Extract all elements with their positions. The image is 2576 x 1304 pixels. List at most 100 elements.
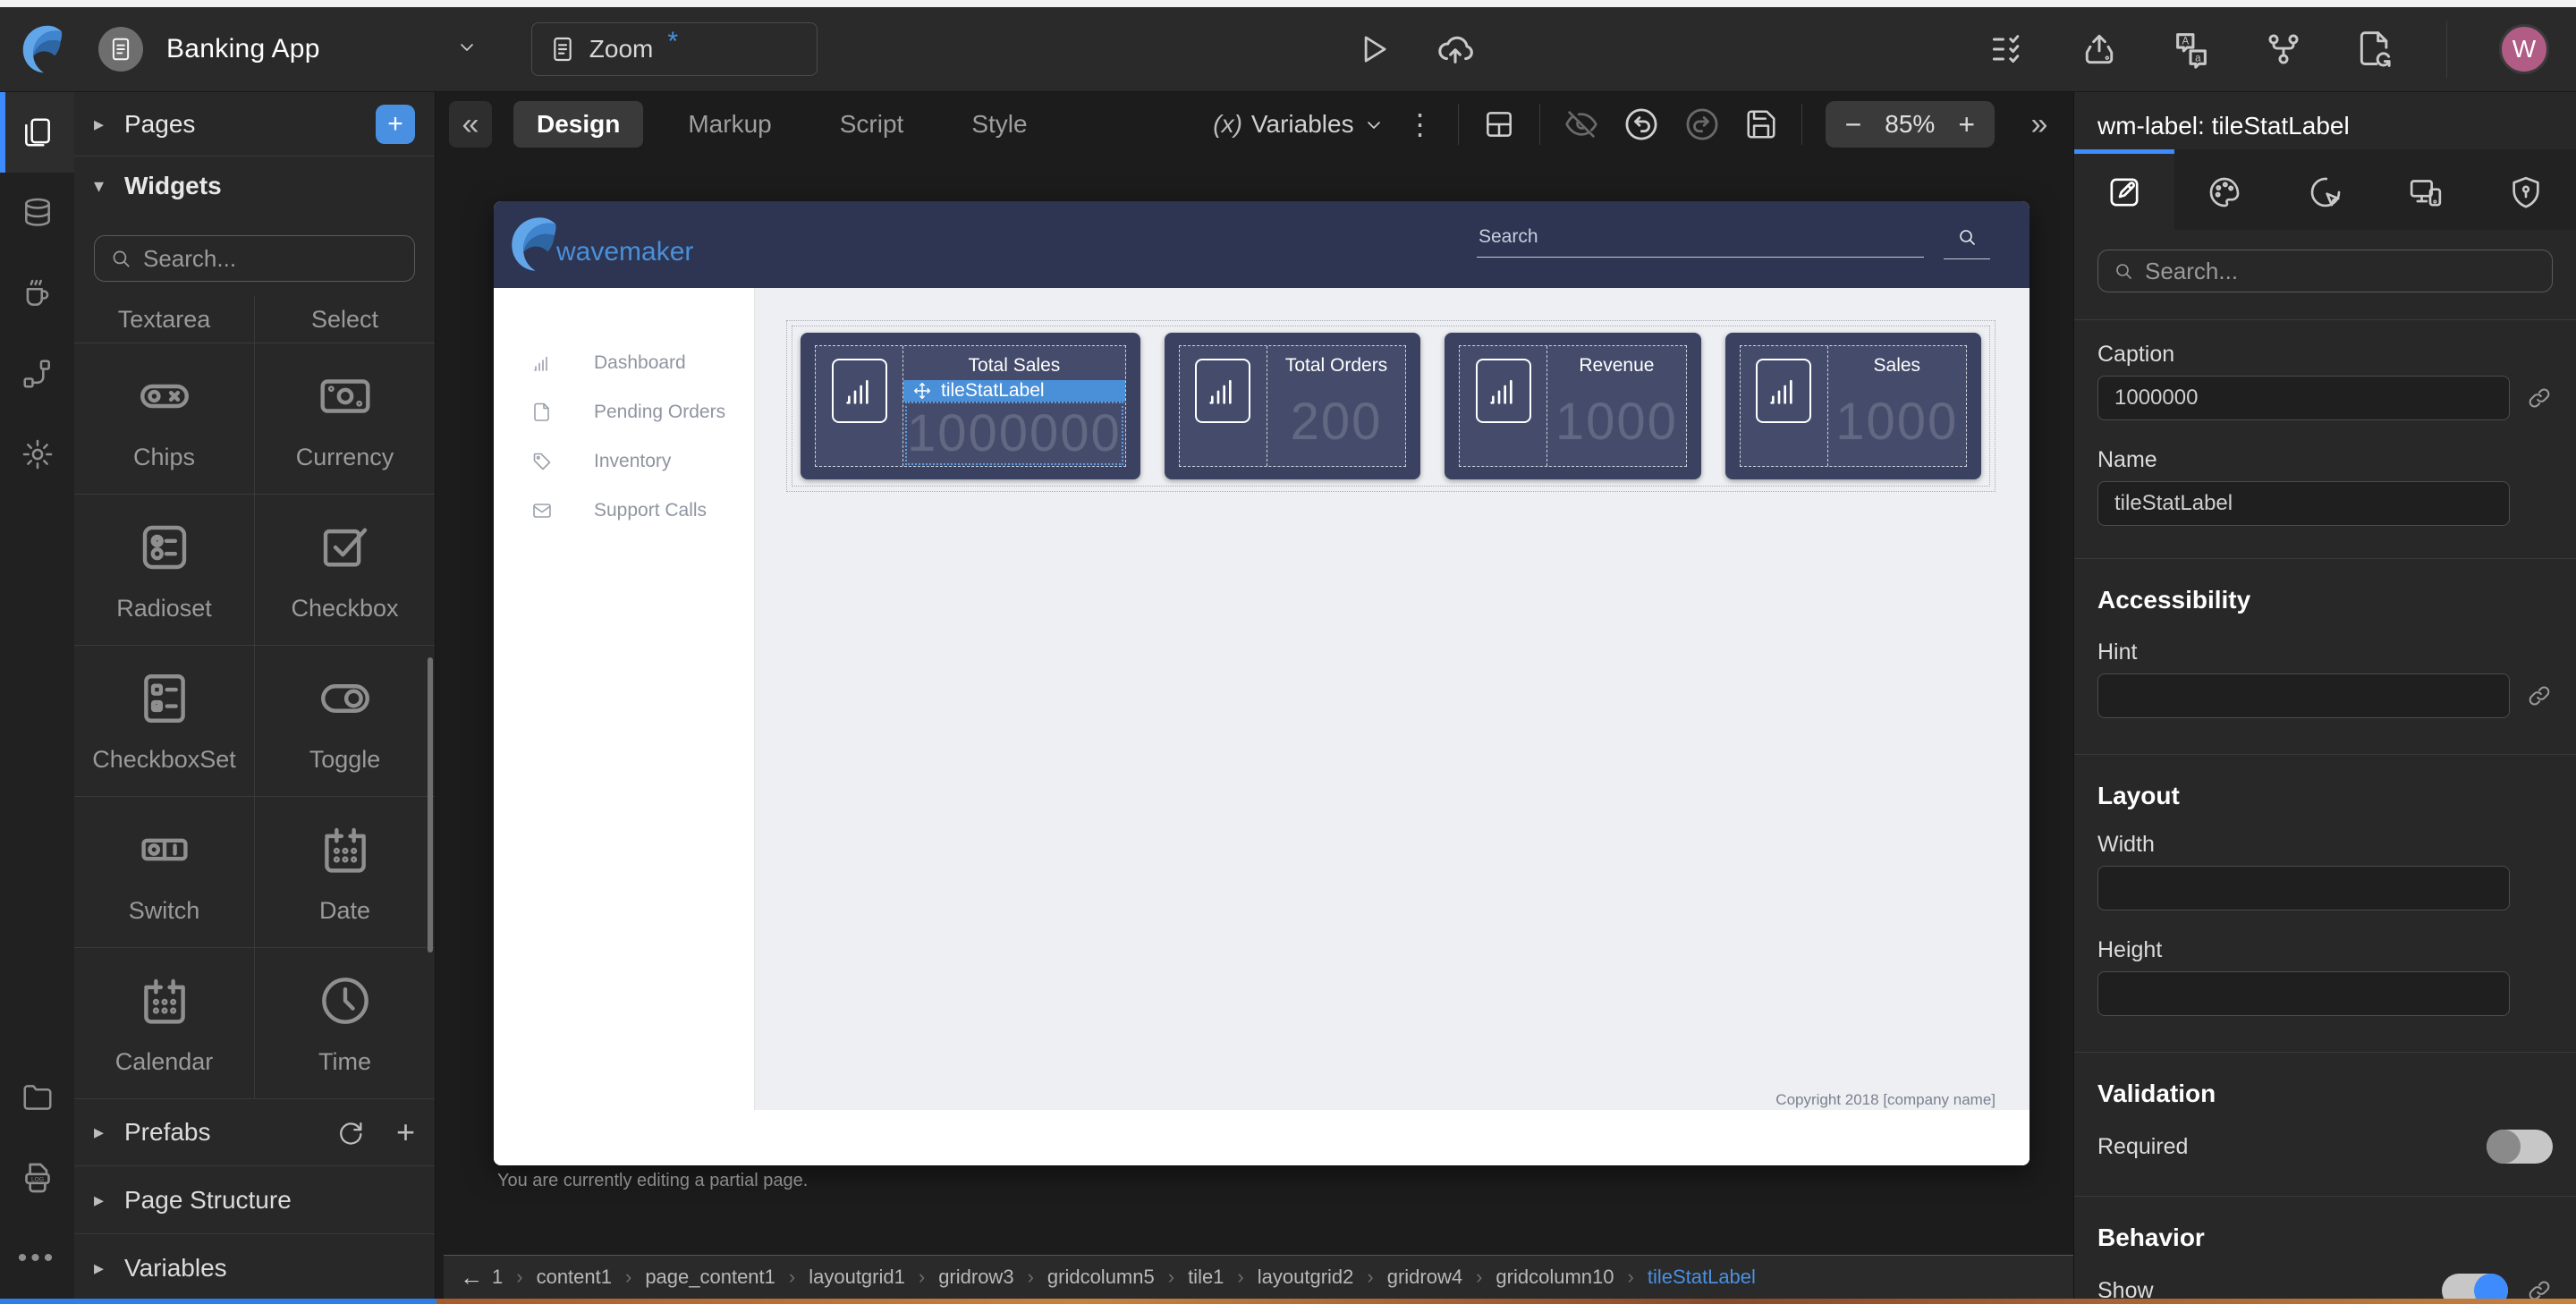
height-input[interactable]: [2097, 971, 2510, 1016]
breadcrumb-item[interactable]: tile1: [1155, 1266, 1224, 1289]
widget-toggle[interactable]: Toggle: [255, 646, 435, 796]
bind-hint-link-icon[interactable]: [2526, 682, 2553, 709]
run-button[interactable]: [1354, 30, 1392, 68]
bind-show-link-icon[interactable]: [2526, 1277, 2553, 1299]
add-prefab-icon[interactable]: +: [396, 1116, 415, 1148]
project-chevron-down-icon[interactable]: [456, 37, 481, 62]
breadcrumb-item[interactable]: page_content1: [612, 1266, 775, 1289]
save-button[interactable]: [1744, 107, 1778, 141]
rail-item-settings[interactable]: [0, 414, 74, 495]
tab-events[interactable]: [2275, 149, 2375, 230]
widget-search-input[interactable]: [143, 245, 400, 273]
connector-icon: [21, 357, 55, 391]
refresh-prefabs-icon[interactable]: [335, 1116, 366, 1148]
show-toggle[interactable]: [2442, 1274, 2508, 1299]
menu-item-pending-orders[interactable]: Pending Orders: [494, 387, 754, 436]
app-search-input[interactable]: [1477, 221, 1924, 257]
project-checklist-button[interactable]: [1988, 30, 2028, 69]
tile-revenue[interactable]: Revenue 1000: [1445, 333, 1700, 479]
breadcrumb-back-icon[interactable]: ←: [460, 1264, 483, 1291]
tile-total-orders[interactable]: Total Orders 200: [1165, 333, 1420, 479]
name-input[interactable]: [2097, 481, 2510, 526]
expand-right-panel-button[interactable]: »: [2018, 101, 2061, 148]
breadcrumb-item[interactable]: content1: [503, 1266, 612, 1289]
pages-section-header[interactable]: ▸ Pages +: [74, 92, 435, 157]
breadcrumb-item[interactable]: gridrow4: [1353, 1266, 1462, 1289]
tab-markup[interactable]: Markup: [665, 101, 794, 148]
widget-chips[interactable]: Chips: [74, 343, 255, 494]
user-avatar[interactable]: W: [2499, 24, 2549, 74]
tile-value-selected[interactable]: 1000000: [905, 402, 1123, 465]
breadcrumb-item[interactable]: gridrow3: [905, 1266, 1014, 1289]
app-search-icon[interactable]: [1944, 226, 1990, 259]
breadcrumb-item[interactable]: gridcolumn5: [1014, 1266, 1155, 1289]
collapse-left-panel-button[interactable]: «: [449, 101, 492, 148]
width-input[interactable]: [2097, 866, 2510, 910]
open-page-tab[interactable]: Zoom *: [531, 22, 818, 76]
tab-styles[interactable]: [2174, 149, 2275, 230]
menu-item-support-calls[interactable]: Support Calls: [494, 486, 754, 535]
caption-input[interactable]: [2097, 376, 2510, 420]
widget-date[interactable]: Date: [255, 797, 435, 947]
variables-section-header[interactable]: ▸ Variables: [74, 1234, 435, 1299]
tile-total-sales[interactable]: Total Sales tileStatLabel 1000000: [801, 333, 1140, 479]
rail-item-files[interactable]: [0, 1057, 74, 1138]
tab-properties[interactable]: [2074, 149, 2174, 230]
version-control-button[interactable]: [2264, 30, 2303, 69]
widget-select[interactable]: Select: [255, 296, 435, 343]
menu-item-dashboard[interactable]: Dashboard: [494, 338, 754, 387]
widgets-section-label: Widgets: [124, 172, 222, 200]
rail-item-java-services[interactable]: [0, 253, 74, 334]
tab-style[interactable]: Style: [948, 101, 1050, 148]
prefabs-section-header[interactable]: ▸ Prefabs +: [74, 1098, 435, 1166]
breadcrumb-item[interactable]: layoutgrid1: [775, 1266, 905, 1289]
page-structure-section-header[interactable]: ▸ Page Structure: [74, 1166, 435, 1234]
panel-scrollbar[interactable]: [428, 657, 433, 953]
layout-grid-row[interactable]: Total Sales tileStatLabel 1000000: [786, 320, 1996, 492]
localization-button[interactable]: [2171, 29, 2212, 70]
widget-textarea[interactable]: Textarea: [74, 296, 255, 343]
widget-switch[interactable]: Switch: [74, 797, 255, 947]
menu-item-inventory[interactable]: Inventory: [494, 436, 754, 486]
breadcrumb-item[interactable]: layoutgrid2: [1224, 1266, 1353, 1289]
widget-radioset[interactable]: Radioset: [74, 495, 255, 645]
breadcrumb-item-active[interactable]: tileStatLabel: [1614, 1266, 1756, 1289]
undo-button[interactable]: [1623, 106, 1660, 143]
tile-sales[interactable]: Sales 1000: [1725, 333, 1981, 479]
widget-checkbox[interactable]: Checkbox: [255, 495, 435, 645]
file-sync-button[interactable]: [2355, 30, 2394, 69]
widget-currency[interactable]: Currency: [255, 343, 435, 494]
hint-input[interactable]: [2097, 673, 2510, 718]
widget-checkboxset[interactable]: CheckboxSet: [74, 646, 255, 796]
layout-grid-button[interactable]: [1482, 107, 1516, 141]
zoom-out-button[interactable]: −: [1845, 108, 1862, 141]
rail-item-pages[interactable]: [0, 92, 74, 173]
toggle-knob: [2474, 1274, 2508, 1299]
export-button[interactable]: [2080, 30, 2119, 69]
rail-item-logs[interactable]: [0, 1138, 74, 1218]
properties-search-input[interactable]: [2145, 258, 2538, 285]
required-toggle[interactable]: [2487, 1130, 2553, 1164]
more-options-button[interactable]: ⋮: [1406, 107, 1435, 141]
hide-guides-button[interactable]: [1563, 106, 1599, 142]
redo-button[interactable]: [1683, 106, 1721, 143]
zoom-in-button[interactable]: +: [1958, 108, 1975, 141]
tab-security[interactable]: [2476, 149, 2576, 230]
project-avatar[interactable]: [98, 27, 143, 72]
rail-item-database[interactable]: [0, 173, 74, 253]
widget-calendar[interactable]: Calendar: [74, 948, 255, 1098]
widget-time[interactable]: Time: [255, 948, 435, 1098]
tab-design[interactable]: Design: [513, 101, 643, 148]
widgets-section-header[interactable]: ▾ Widgets: [74, 157, 435, 216]
breadcrumb-item[interactable]: 1: [492, 1266, 503, 1289]
bind-caption-link-icon[interactable]: [2526, 385, 2553, 411]
rail-item-apis[interactable]: [0, 334, 74, 414]
tab-script[interactable]: Script: [817, 101, 928, 148]
tab-devices[interactable]: [2376, 149, 2476, 230]
preview-deploy-button[interactable]: [1435, 29, 1476, 70]
add-page-button[interactable]: +: [376, 105, 415, 144]
selected-widget-label[interactable]: tileStatLabel: [903, 380, 1125, 402]
rail-item-more[interactable]: •••: [0, 1218, 74, 1299]
breadcrumb-item[interactable]: gridcolumn10: [1462, 1266, 1614, 1289]
variables-dropdown[interactable]: (x) Variables: [1213, 110, 1382, 139]
